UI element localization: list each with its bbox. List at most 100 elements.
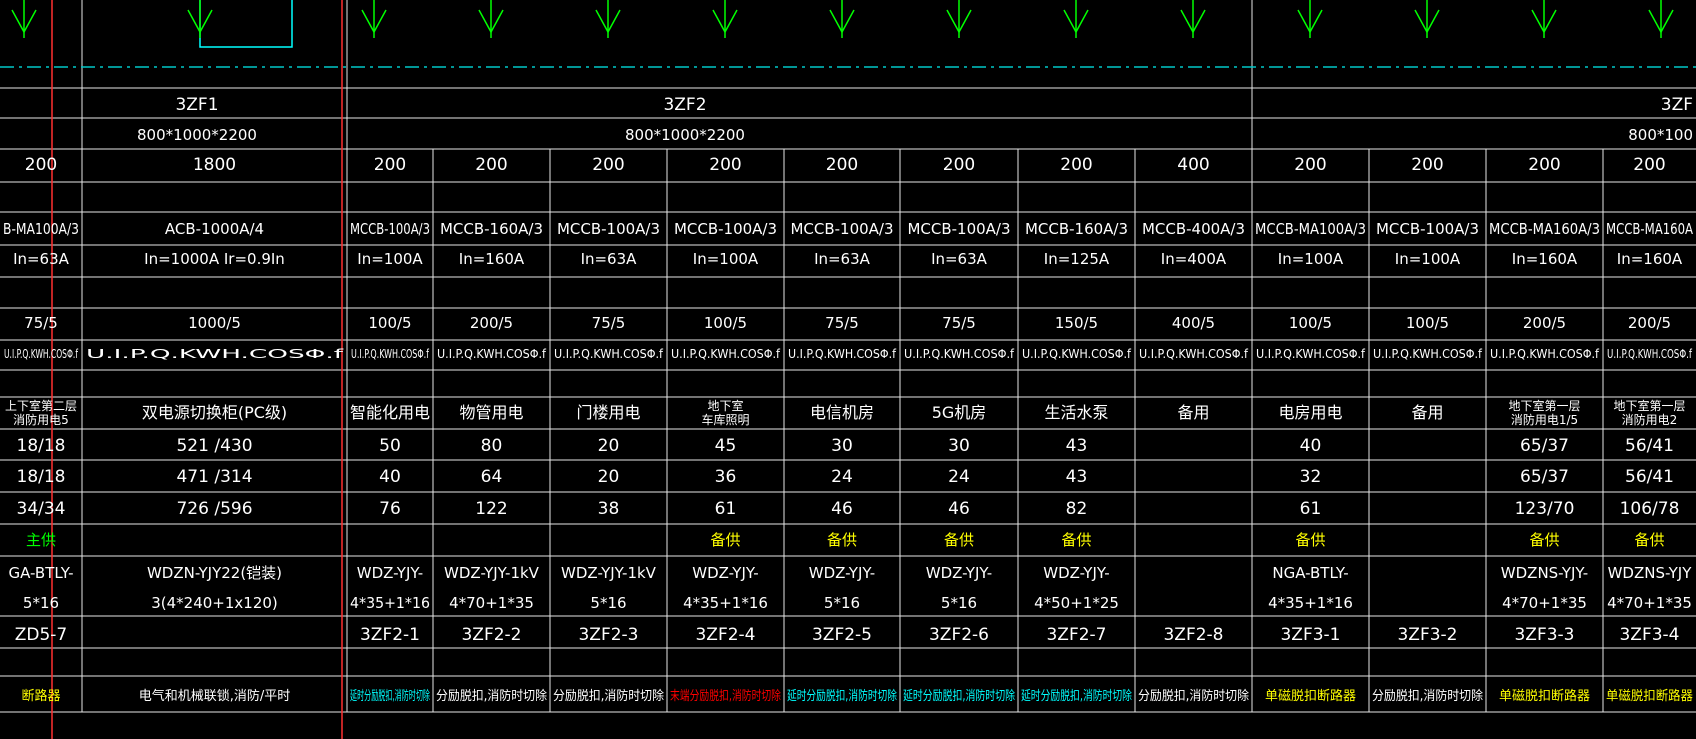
cell-ct: 1000/5 — [188, 314, 241, 332]
cell-load-line2: 车库照明 — [701, 412, 749, 427]
cell-width: 200 — [943, 155, 975, 175]
cell-meter: U.I.P.Q.KWH.COSΦ.f — [1022, 347, 1132, 361]
cell-note: 电气和机械联锁,消防/平时 — [139, 688, 291, 704]
cell-ct: 75/5 — [825, 314, 859, 332]
cell-circuit: 3ZF2-4 — [695, 625, 755, 645]
cabinet-3-size: 800*100 — [1628, 126, 1693, 144]
cell-rating: In=100A — [357, 250, 423, 268]
cabinet-2-id: 3ZF2 — [663, 95, 706, 115]
cell-rating: In=63A — [814, 250, 871, 268]
cell-cable-line1: WDZNS-YJY- — [1501, 564, 1588, 582]
cell-ct: 75/5 — [592, 314, 626, 332]
cell-cable-line1: WDZ-YJY-1kV — [561, 564, 657, 582]
cell-breaker: B-MA100A/3 — [3, 220, 79, 238]
cell-p3: 123/70 — [1515, 499, 1575, 519]
cell-cable-line2: 4*35+1*16 — [683, 594, 768, 612]
cell-p1: 521 /430 — [176, 436, 252, 456]
cell-p2: 32 — [1300, 467, 1322, 487]
cell-supply: 备供 — [944, 531, 974, 549]
cell-rating: In=63A — [13, 250, 70, 268]
cell-p1: 65/37 — [1520, 436, 1569, 456]
cell-p1: 45 — [715, 436, 737, 456]
cell-p2: 471 /314 — [176, 467, 252, 487]
cell-circuit: ZD5-7 — [15, 625, 68, 645]
cell-ct: 200/5 — [1628, 314, 1671, 332]
cell-note: 延时分励脱扣,消防时切除 — [787, 688, 897, 704]
cell-breaker: MCCB-MA160A/3 — [1489, 220, 1600, 238]
cabinet-3-id: 3ZF — [1661, 95, 1693, 115]
cell-rating: In=400A — [1161, 250, 1227, 268]
cell-load: 生活水泵 — [1044, 403, 1108, 422]
cell-cable-line2: 5*16 — [941, 594, 977, 612]
cell-width: 200 — [1294, 155, 1326, 175]
cell-ct: 150/5 — [1055, 314, 1098, 332]
cell-cable-line2: 4*70+1*35 — [1607, 594, 1692, 612]
cell-p2: 40 — [379, 467, 401, 487]
cell-rating: In=63A — [931, 250, 988, 268]
cell-breaker: MCCB-MA160A — [1606, 220, 1694, 238]
cabinet-1-size: 800*1000*2200 — [137, 126, 257, 144]
cell-rating: In=1000A Ir=0.9In — [144, 250, 285, 268]
cell-width: 200 — [374, 155, 406, 175]
cell-p3: 46 — [948, 499, 970, 519]
cell-width: 200 — [1411, 155, 1443, 175]
cell-width: 200 — [709, 155, 741, 175]
cell-circuit: 3ZF2-6 — [929, 625, 989, 645]
cell-meter: U.I.P.Q.KWH.COSΦ.f — [904, 347, 1015, 361]
cell-cable-line1: WDZ-YJY- — [926, 564, 992, 582]
cell-meter: U.I.P.Q.KWH.COSΦ.f — [351, 347, 430, 361]
cell-width: 200 — [475, 155, 507, 175]
cell-cable-line2: 4*35+1*16 — [1268, 594, 1353, 612]
cell-p2: 24 — [831, 467, 853, 487]
cell-ct: 100/5 — [368, 314, 411, 332]
cell-meter: U.I.P.Q.KWH.COSΦ.f — [1373, 347, 1483, 361]
cell-cable-line1: WDZ-YJY- — [357, 564, 423, 582]
cell-p2: 64 — [481, 467, 503, 487]
cell-supply: 备供 — [1529, 531, 1559, 549]
cell-cable-line2: 5*16 — [824, 594, 860, 612]
cell-width: 200 — [826, 155, 858, 175]
cell-supply: 主供 — [26, 531, 56, 549]
cell-supply: 备供 — [710, 531, 740, 549]
cell-rating: In=160A — [459, 250, 525, 268]
cell-p3: 82 — [1066, 499, 1088, 519]
cell-p1: 18/18 — [17, 436, 66, 456]
cell-note: 分励脱扣,消防时切除 — [1138, 688, 1249, 704]
cell-cable-line1: WDZ-YJY-1kV — [444, 564, 540, 582]
cell-p1: 80 — [481, 436, 503, 456]
cell-p1: 40 — [1300, 436, 1322, 456]
cell-load: 双电源切换柜(PC级) — [142, 403, 287, 422]
cell-width: 400 — [1177, 155, 1209, 175]
cell-meter: U.I.P.Q.KWH.COSΦ.f — [554, 347, 664, 361]
cell-cable-line1: GA-BTLY- — [8, 564, 73, 582]
cell-meter: U.I.P.Q.KWH.COSΦ.f — [671, 347, 781, 361]
cell-load-line2: 消防用电2 — [1622, 412, 1678, 427]
cell-p3: 726 /596 — [176, 499, 252, 519]
cell-ct: 200/5 — [1523, 314, 1566, 332]
cell-circuit: 3ZF2-3 — [578, 625, 638, 645]
cell-meter: U.I.P.Q.KWH.COSΦ.f — [788, 347, 897, 361]
cell-circuit: 3ZF3-2 — [1397, 625, 1457, 645]
cell-load: 地下室第一层 — [1613, 398, 1685, 413]
cell-circuit: 3ZF3-1 — [1280, 625, 1340, 645]
cell-note: 分励脱扣,消防时切除 — [1372, 688, 1483, 704]
cell-load: 物管用电 — [459, 403, 523, 422]
cell-cable-line1: WDZN-YJY22(铠装) — [147, 564, 282, 582]
cell-ct: 75/5 — [942, 314, 976, 332]
cell-rating: In=125A — [1044, 250, 1110, 268]
cell-rating: In=160A — [1617, 250, 1683, 268]
cell-cable-line2: 5*16 — [23, 594, 59, 612]
cell-breaker: MCCB-100A/3 — [350, 220, 430, 238]
cell-rating: In=100A — [1395, 250, 1461, 268]
cell-load: 地下室 — [707, 398, 743, 413]
cell-p1: 30 — [948, 436, 970, 456]
cell-p2: 36 — [715, 467, 737, 487]
cell-ct: 75/5 — [24, 314, 58, 332]
cell-p3: 122 — [475, 499, 507, 519]
cell-circuit: 3ZF3-4 — [1619, 625, 1679, 645]
cell-note: 断路器 — [21, 688, 60, 704]
cell-load: 5G机房 — [932, 403, 987, 422]
cell-p1: 43 — [1066, 436, 1088, 456]
cell-load: 智能化用电 — [350, 403, 430, 422]
cell-supply: 备供 — [827, 531, 857, 549]
